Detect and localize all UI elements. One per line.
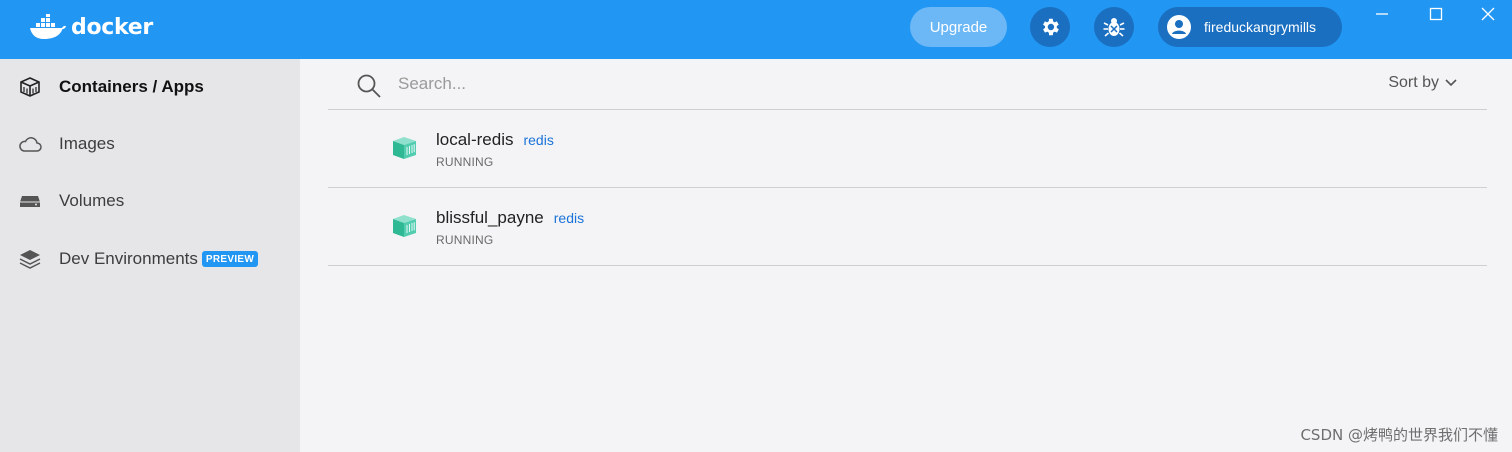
- chevron-down-icon: [1445, 79, 1457, 87]
- sidebar-item-label: Containers / Apps: [59, 77, 204, 96]
- search-icon: [357, 74, 381, 98]
- troubleshoot-button[interactable]: [1094, 7, 1134, 47]
- sidebar-item-label: Dev Environments: [59, 249, 198, 268]
- account-button[interactable]: fireduckangrymills: [1158, 7, 1342, 47]
- close-button[interactable]: [1476, 4, 1500, 24]
- gear-icon: [1043, 18, 1059, 36]
- container-cube-icon: [18, 75, 42, 99]
- container-icon: [393, 137, 416, 159]
- sidebar-item-label: Volumes: [59, 191, 125, 210]
- sidebar: Containers / Apps Images Volumes Dev Env…: [0, 59, 300, 452]
- user-icon: [1167, 15, 1191, 39]
- username: fireduckangrymills: [1204, 19, 1317, 35]
- maximize-button[interactable]: [1424, 4, 1448, 24]
- container-icon: [393, 215, 416, 237]
- close-icon: [1481, 7, 1495, 21]
- container-row[interactable]: blissful_payne redis RUNNING: [328, 189, 1487, 266]
- settings-button[interactable]: [1030, 7, 1070, 47]
- maximize-icon: [1429, 7, 1443, 21]
- preview-badge: PREVIEW: [201, 251, 259, 267]
- sidebar-item-dev-environments[interactable]: Dev Environments PREVIEW: [0, 237, 300, 281]
- bug-icon: [1103, 18, 1125, 37]
- sidebar-item-images[interactable]: Images: [0, 122, 300, 166]
- drive-icon: [18, 189, 42, 213]
- docker-logo: docker: [29, 12, 153, 42]
- upgrade-button[interactable]: Upgrade: [910, 7, 1007, 47]
- minimize-icon: [1376, 13, 1388, 15]
- search-bar: Sort by: [328, 59, 1487, 110]
- watermark: CSDN @烤鸭的世界我们不懂: [1300, 426, 1498, 444]
- docker-whale-icon: [30, 14, 66, 39]
- search-input[interactable]: [398, 71, 998, 97]
- container-status: RUNNING: [436, 155, 494, 169]
- sidebar-item-label: Images: [59, 134, 115, 153]
- container-image-link[interactable]: redis: [554, 210, 584, 226]
- layers-icon: [18, 247, 42, 271]
- sort-by-dropdown[interactable]: Sort by: [1388, 74, 1457, 92]
- container-name: local-redis: [436, 130, 514, 149]
- container-name: blissful_payne: [436, 208, 544, 227]
- cloud-icon: [18, 132, 42, 156]
- sort-by-label: Sort by: [1388, 74, 1439, 91]
- container-image-link[interactable]: redis: [523, 132, 553, 148]
- container-row[interactable]: local-redis redis RUNNING: [328, 111, 1487, 188]
- title-bar: docker Upgrade fireduckangrymills: [0, 0, 1512, 59]
- sidebar-item-volumes[interactable]: Volumes: [0, 179, 300, 223]
- minimize-button[interactable]: [1370, 4, 1394, 24]
- brand-name: docker: [71, 14, 153, 40]
- container-status: RUNNING: [436, 233, 494, 247]
- sidebar-item-containers[interactable]: Containers / Apps: [0, 65, 300, 109]
